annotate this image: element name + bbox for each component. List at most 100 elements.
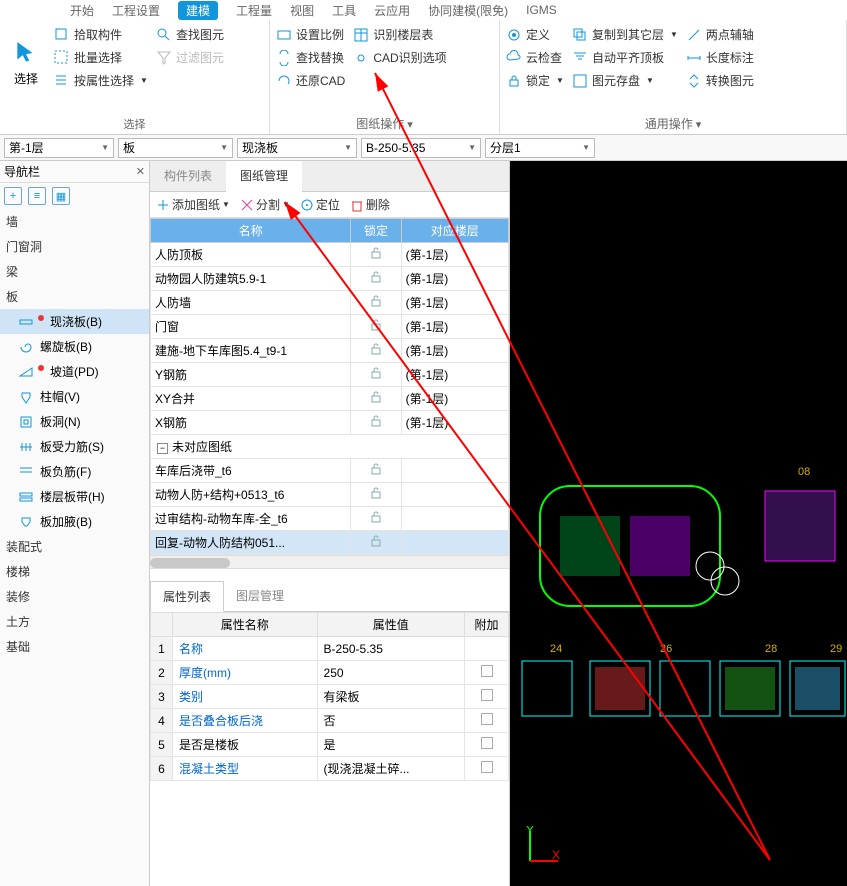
drawing-row[interactable]: 建施-地下车库图5.4_t9-1(第-1层) xyxy=(151,339,509,363)
unlock-icon xyxy=(370,535,382,547)
two-point-axis[interactable]: 两点辅轴 xyxy=(686,26,754,43)
cat-stair[interactable]: 楼梯 xyxy=(0,559,149,584)
drawing-row[interactable]: 动物人防+结构+0513_t6 xyxy=(151,483,509,507)
set-scale[interactable]: 设置比例 xyxy=(276,26,345,43)
cad-viewport[interactable]: 08 24 26 28 29 Y X xyxy=(510,161,847,886)
category-dropdown[interactable]: 板▼ xyxy=(118,138,233,158)
locate-button[interactable]: 定位 xyxy=(300,196,340,213)
copy-icon xyxy=(572,27,588,43)
floor-dropdown[interactable]: 第-1层▼ xyxy=(4,138,114,158)
checkbox[interactable] xyxy=(481,761,493,773)
cat-prefab[interactable]: 装配式 xyxy=(0,534,149,559)
unlock-icon xyxy=(370,319,382,331)
pick-component[interactable]: 拾取构件 xyxy=(54,26,148,43)
cloud-icon xyxy=(506,50,522,66)
drawing-row[interactable]: XY合并(第-1层) xyxy=(151,387,509,411)
nav-mode-1[interactable]: + xyxy=(4,187,22,205)
checkbox[interactable] xyxy=(481,665,493,677)
identify-floor-table[interactable]: 识别楼层表 xyxy=(353,26,446,43)
tab-properties[interactable]: 属性列表 xyxy=(150,581,224,612)
cat-foundation[interactable]: 基础 xyxy=(0,634,149,659)
checkbox[interactable] xyxy=(481,713,493,725)
drawing-row[interactable]: Y钢筋(第-1层) xyxy=(151,363,509,387)
nav-leaf[interactable]: 现浇板(B) xyxy=(0,309,149,334)
lock[interactable]: 锁定▼ xyxy=(506,72,564,89)
cloud-check[interactable]: 云检查 xyxy=(506,49,564,66)
group-unmapped[interactable]: −未对应图纸 xyxy=(151,435,509,459)
select-by-prop[interactable]: 按属性选择▼ xyxy=(54,72,148,89)
tab-start[interactable]: 开始 xyxy=(70,2,94,19)
tab-qty[interactable]: 工程量 xyxy=(236,2,272,19)
property-row[interactable]: 4是否叠合板后浇否 xyxy=(151,709,509,733)
add-drawing-button[interactable]: 添加图纸▼ xyxy=(156,196,230,213)
auto-align-top[interactable]: 自动平齐顶板 xyxy=(572,49,678,66)
nav-mode-2[interactable]: ≡ xyxy=(28,187,46,205)
tab-tools[interactable]: 工具 xyxy=(332,2,356,19)
tab-collab[interactable]: 协同建模(限免) xyxy=(428,2,508,19)
restore-cad[interactable]: 还原CAD xyxy=(276,72,345,89)
find-element[interactable]: 查找图元 xyxy=(156,26,224,43)
drawing-row[interactable]: 门窗(第-1层) xyxy=(151,315,509,339)
drawing-row[interactable]: 人防墙(第-1层) xyxy=(151,291,509,315)
define[interactable]: 定义 xyxy=(506,26,564,43)
cat-door[interactable]: 门窗洞 xyxy=(0,234,149,259)
tab-component-list[interactable]: 构件列表 xyxy=(150,161,226,191)
property-row[interactable]: 2厚度(mm)250 xyxy=(151,661,509,685)
find-replace[interactable]: 查找替换 xyxy=(276,49,345,66)
nav-leaf[interactable]: 板受力筋(S) xyxy=(0,434,149,459)
tab-layer-mgmt[interactable]: 图层管理 xyxy=(224,581,296,611)
type-dropdown[interactable]: 现浇板▼ xyxy=(237,138,357,158)
nav-leaf[interactable]: 坡道(PD) xyxy=(0,359,149,384)
nav-leaf[interactable]: 板负筋(F) xyxy=(0,459,149,484)
layer-dropdown[interactable]: 分层1▼ xyxy=(485,138,595,158)
name-dropdown[interactable]: B-250-5.35▼ xyxy=(361,138,481,158)
save-element[interactable]: 图元存盘▼ xyxy=(572,72,678,89)
property-row[interactable]: 1名称B-250-5.35 xyxy=(151,637,509,661)
cad-plan-b xyxy=(760,481,847,581)
drawing-row[interactable]: 过审结构-动物车库-全_t6 xyxy=(151,507,509,531)
property-row[interactable]: 3类别有梁板 xyxy=(151,685,509,709)
cat-wall[interactable]: 墙 xyxy=(0,209,149,234)
nav-mode-3[interactable]: ▦ xyxy=(52,187,70,205)
h-scrollbar[interactable] xyxy=(150,555,509,569)
hole-icon xyxy=(18,414,34,430)
svg-text:Y: Y xyxy=(526,826,534,837)
cad-options[interactable]: CAD识别选项 xyxy=(353,49,446,66)
property-row[interactable]: 5是否是楼板是 xyxy=(151,733,509,757)
leaf-label: 楼层板带(H) xyxy=(40,488,105,505)
cat-beam[interactable]: 梁 xyxy=(0,259,149,284)
tab-cloud[interactable]: 云应用 xyxy=(374,2,410,19)
add-icon xyxy=(156,198,170,212)
nav-leaf[interactable]: 楼层板带(H) xyxy=(0,484,149,509)
select-button[interactable]: 选择 xyxy=(6,22,46,104)
copy-to-floor[interactable]: 复制到其它层▼ xyxy=(572,26,678,43)
tab-igms[interactable]: IGMS xyxy=(526,3,557,17)
nav-leaf[interactable]: 柱帽(V) xyxy=(0,384,149,409)
drawing-row[interactable]: 车库后浇带_t6 xyxy=(151,459,509,483)
nav-close[interactable]: ✕ xyxy=(136,165,145,178)
nav-leaf[interactable]: 螺旋板(B) xyxy=(0,334,149,359)
nav-leaf[interactable]: 板洞(N) xyxy=(0,409,149,434)
convert-element[interactable]: 转换图元 xyxy=(686,72,754,89)
batch-select[interactable]: 批量选择 xyxy=(54,49,148,66)
checkbox[interactable] xyxy=(481,737,493,749)
tab-drawing-mgmt[interactable]: 图纸管理 xyxy=(226,161,302,192)
drawing-row[interactable]: 动物园人防建筑5.9-1(第-1层) xyxy=(151,267,509,291)
checkbox[interactable] xyxy=(481,689,493,701)
tab-view[interactable]: 视图 xyxy=(290,2,314,19)
cat-deco[interactable]: 装修 xyxy=(0,584,149,609)
delete-button[interactable]: 删除 xyxy=(350,196,390,213)
leaf-label: 柱帽(V) xyxy=(40,388,80,405)
dimension[interactable]: 长度标注 xyxy=(686,49,754,66)
nav-leaf[interactable]: 板加腋(B) xyxy=(0,509,149,534)
filter-element[interactable]: 过滤图元 xyxy=(156,49,224,66)
tab-model[interactable]: 建模 xyxy=(178,1,218,20)
property-row[interactable]: 6混凝土类型(现浇混凝土碎... xyxy=(151,757,509,781)
drawing-row[interactable]: 回复-动物人防结构051... xyxy=(151,531,509,555)
cat-slab[interactable]: 板 xyxy=(0,284,149,309)
tab-settings[interactable]: 工程设置 xyxy=(112,2,160,19)
cat-earth[interactable]: 土方 xyxy=(0,609,149,634)
split-button[interactable]: 分割▼ xyxy=(240,196,290,213)
drawing-row[interactable]: 人防顶板(第-1层) xyxy=(151,243,509,267)
drawing-row[interactable]: X钢筋(第-1层) xyxy=(151,411,509,435)
